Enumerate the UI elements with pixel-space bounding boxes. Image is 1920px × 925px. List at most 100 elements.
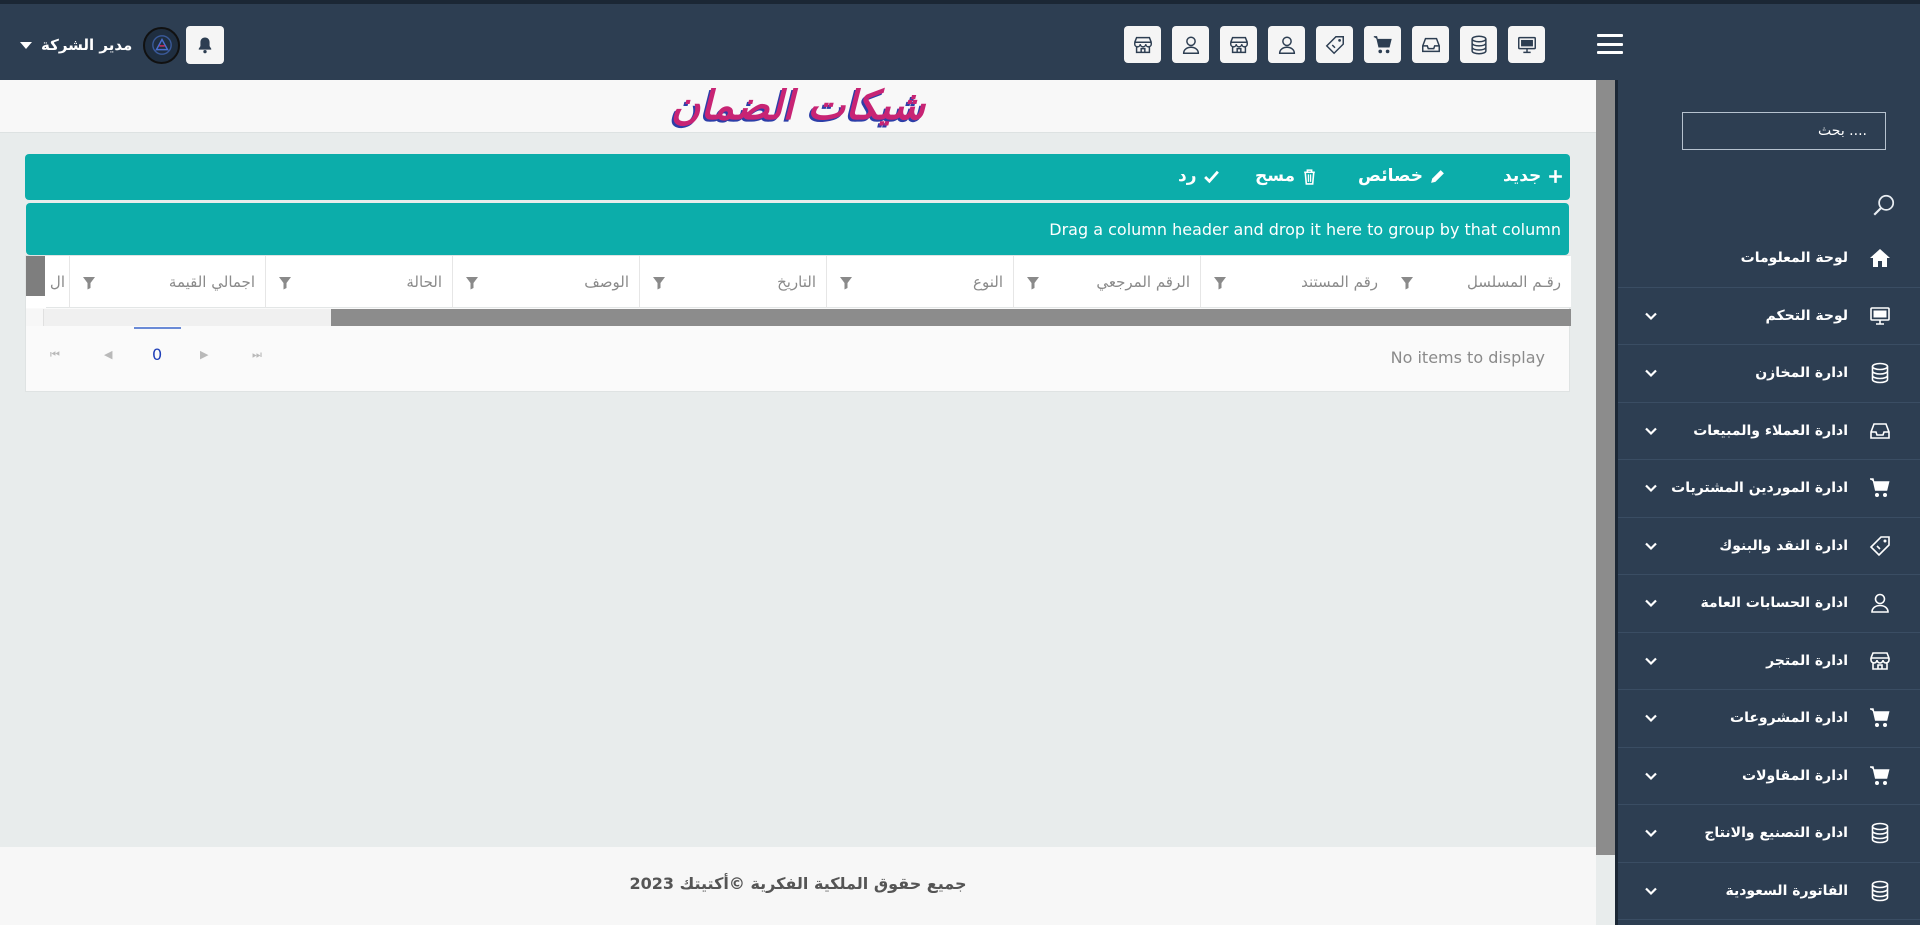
cash-shortcut-button[interactable] [1316, 26, 1353, 63]
menu-toggle-button[interactable] [1597, 34, 1623, 54]
sidebar-item-dashboard-info[interactable]: لوحة المعلومات [1618, 230, 1920, 288]
cart-icon [1373, 35, 1392, 53]
page-scrollbar[interactable] [1596, 80, 1615, 855]
new-button[interactable]: جديد [1503, 166, 1564, 186]
delete-button[interactable]: مسح [1255, 166, 1318, 186]
grid-toolbar: جديد خصائص مسح رد [25, 154, 1570, 200]
sidebar-item-contracting[interactable]: ادارة المقاولات [1618, 748, 1920, 805]
hscroll-thumb[interactable] [331, 309, 1571, 326]
data-grid: رقـم المسلسل رقم المستند الرقم المرجعي ا… [25, 255, 1571, 392]
sidebar-item-label: ادارة المقاولات [1742, 767, 1848, 784]
current-page-number[interactable]: 0 [152, 345, 162, 364]
hscroll-left-arrow[interactable] [26, 309, 44, 326]
reply-button-label: رد [1178, 166, 1197, 186]
sidebar-item-label: ادارة المخازن [1755, 365, 1848, 382]
filter-icon[interactable] [1026, 276, 1040, 290]
sidebar-item-suppliers-purchases[interactable]: ادارة الموردين المشتريات [1618, 460, 1920, 518]
group-by-panel[interactable]: Drag a column header and drop it here to… [26, 203, 1569, 255]
sidebar-item-control-panel[interactable]: لوحة التحكم [1618, 288, 1920, 345]
column-header-serial[interactable]: رقـم المسلسل [1388, 256, 1571, 308]
first-page-icon[interactable]: ⏮ [50, 348, 60, 362]
sidebar-item-saudi-invoice[interactable]: الفاتورة السعودية [1618, 863, 1920, 920]
dashboard-shortcut-button[interactable] [1508, 26, 1545, 63]
chevron-down-icon [1645, 829, 1657, 838]
no-items-message: No items to display [1390, 348, 1545, 367]
copyright-text: جميع حقوق الملكية الفكرية ©أكتيتك 2023 [629, 874, 967, 893]
grid-header: رقـم المسلسل رقم المستند الرقم المرجعي ا… [26, 256, 1571, 308]
prev-page-icon[interactable]: ◀ [104, 348, 112, 361]
column-header-truncated[interactable]: ال [26, 256, 69, 308]
column-title: ال [49, 273, 65, 291]
filter-icon[interactable] [278, 276, 292, 290]
purchases-shortcut-button[interactable] [1364, 26, 1401, 63]
sidebar: لوحة المعلومات لوحة التحكم ادارة المخازن… [1615, 80, 1920, 925]
sidebar-item-label: ادارة العملاء والمبيعات [1693, 422, 1848, 439]
column-header-type[interactable]: النوع [826, 256, 1013, 308]
properties-button-label: خصائص [1358, 166, 1423, 186]
chevron-down-icon [1645, 542, 1657, 550]
column-title: اجمالي القيمة [168, 273, 255, 291]
filter-icon[interactable] [465, 276, 479, 290]
chevron-down-icon [1645, 714, 1657, 723]
store-shortcut-button-2[interactable] [1220, 26, 1257, 63]
accounts-shortcut-button[interactable] [1172, 26, 1209, 63]
stores-shortcut-button[interactable] [1460, 26, 1497, 63]
scroll-thumb[interactable] [26, 256, 45, 296]
filter-icon[interactable] [1213, 276, 1227, 290]
sidebar-item-projects[interactable]: ادارة المشروعات [1618, 690, 1920, 748]
hamburger-line [1597, 51, 1623, 54]
column-header-total-value[interactable]: اجمالي القيمة [69, 256, 265, 308]
sidebar-item-label: ادارة المشروعات [1730, 710, 1848, 727]
user-name[interactable]: مدير الشركة [41, 36, 132, 54]
inbox-icon [1870, 422, 1890, 439]
sidebar-menu: لوحة المعلومات لوحة التحكم ادارة المخازن… [1618, 230, 1920, 920]
new-button-label: جديد [1503, 166, 1542, 186]
accounts-shortcut-button-2[interactable] [1268, 26, 1305, 63]
user-menu[interactable]: مدير الشركة [20, 26, 225, 64]
chevron-down-icon [1645, 599, 1657, 608]
next-page-icon[interactable]: ▶ [200, 348, 208, 361]
column-header-date[interactable]: التاريخ [639, 256, 826, 308]
column-header-status[interactable]: الحالة [265, 256, 452, 308]
filter-icon[interactable] [1400, 276, 1414, 290]
avatar[interactable] [143, 26, 181, 64]
sidebar-item-warehouses[interactable]: ادارة المخازن [1618, 345, 1920, 403]
column-header-reference-no[interactable]: الرقم المرجعي [1013, 256, 1200, 308]
sidebar-item-customers-sales[interactable]: ادارة العملاء والمبيعات [1618, 403, 1920, 460]
hscroll-track[interactable] [44, 309, 331, 326]
filter-icon[interactable] [652, 276, 666, 290]
reply-button[interactable]: رد [1178, 166, 1220, 186]
caret-down-icon[interactable] [20, 41, 32, 49]
column-header-document-no[interactable]: رقم المستند [1200, 256, 1388, 308]
delete-button-label: مسح [1255, 166, 1296, 186]
search-icon[interactable] [1871, 192, 1897, 218]
sidebar-item-store[interactable]: ادارة المتجر [1618, 633, 1920, 690]
column-title: رقم المستند [1301, 273, 1378, 291]
notifications-button[interactable] [186, 26, 225, 64]
sidebar-item-general-accounts[interactable]: ادارة الحسابات العامة [1618, 575, 1920, 633]
home-icon [1870, 249, 1890, 268]
hamburger-line [1597, 42, 1623, 46]
sales-shortcut-button[interactable] [1412, 26, 1449, 63]
inbox-icon [1421, 37, 1440, 52]
filter-icon[interactable] [82, 276, 96, 290]
check-icon [1203, 170, 1219, 183]
properties-button[interactable]: خصائص [1358, 166, 1446, 186]
column-title: الحالة [406, 273, 442, 291]
filter-icon[interactable] [839, 276, 853, 290]
sidebar-item-cash-banks[interactable]: ادارة النقد والبنوك [1618, 518, 1920, 575]
store-icon [1133, 36, 1152, 53]
sidebar-search-input[interactable] [1682, 112, 1886, 150]
sidebar-item-manufacturing[interactable]: ادارة التصنيع والانتاج [1618, 805, 1920, 863]
last-page-icon[interactable]: ⏭ [252, 348, 262, 362]
column-header-description[interactable]: الوصف [452, 256, 639, 308]
chevron-down-icon [1645, 772, 1657, 780]
page-title: شيكات الضمان [670, 82, 926, 129]
hscroll-indicator [134, 327, 181, 329]
store-shortcut-button[interactable] [1124, 26, 1161, 63]
cart-icon [1870, 478, 1890, 498]
sidebar-item-label: لوحة التحكم [1765, 307, 1848, 324]
database-icon [1871, 362, 1889, 384]
sidebar-item-label: ادارة التصنيع والانتاج [1704, 825, 1848, 842]
user-icon [1278, 35, 1295, 54]
